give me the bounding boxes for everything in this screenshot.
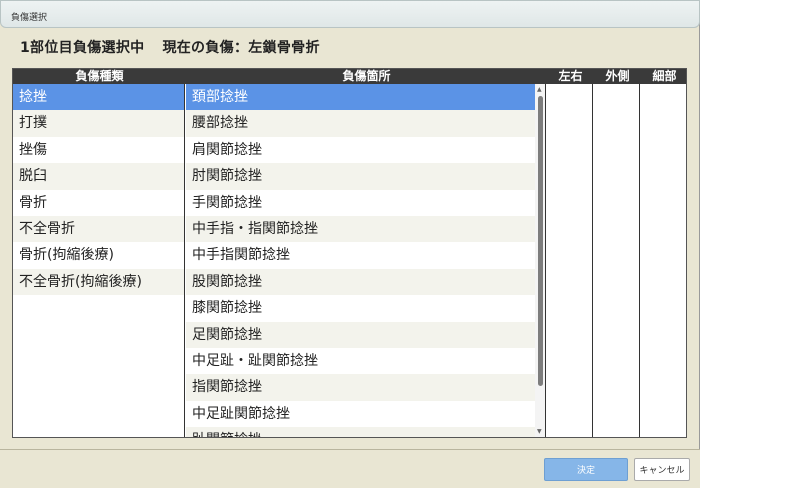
- outer-column[interactable]: [594, 84, 640, 437]
- injury-site-item[interactable]: 頚部捻挫: [186, 84, 535, 111]
- injury-site-item[interactable]: 中手指・指関節捻挫: [186, 215, 535, 243]
- heading-current-injury: 現在の負傷：左鎖骨骨折: [162, 40, 320, 56]
- injury-type-item[interactable]: 捻挫: [13, 84, 184, 111]
- site-list-scrollbar[interactable]: ▲ ▼: [535, 84, 546, 437]
- injury-type-item[interactable]: 打撲: [13, 110, 184, 137]
- window-title: 負傷選択: [11, 13, 48, 23]
- button-bar: 決定 キャンセル: [0, 449, 700, 488]
- header-outer: 外側: [594, 69, 641, 84]
- ok-button[interactable]: 決定: [544, 458, 628, 481]
- injury-site-item[interactable]: 指関節捻挫: [186, 374, 535, 401]
- left-right-column[interactable]: [547, 84, 593, 437]
- injury-type-item[interactable]: 脱臼: [13, 163, 184, 190]
- detail-column[interactable]: [641, 84, 686, 437]
- header-injury-type: 負傷種類: [13, 69, 186, 84]
- injury-site-item[interactable]: 腰部捻挫: [186, 110, 535, 137]
- scroll-up-arrow-icon[interactable]: ▲: [537, 86, 542, 93]
- injury-site-item[interactable]: 手関節捻挫: [186, 190, 535, 216]
- injury-type-list: 捻挫 打撲 挫傷 脱臼 骨折 不全骨折 骨折(拘縮後療) 不全骨折(拘縮後療): [13, 84, 185, 437]
- injury-site-list: 頚部捻挫 腰部捻挫 肩関節捻挫 肘関節捻挫 手関節捻挫 中手指・指関節捻挫 中手指関節捻挫股…: [186, 84, 535, 437]
- injury-site-item[interactable]: 中足趾・趾関節捻挫: [186, 348, 535, 374]
- injury-site-item[interactable]: 膝関節捻挫: [186, 295, 535, 321]
- injury-type-item[interactable]: 骨折: [13, 190, 184, 216]
- injury-type-item[interactable]: 挫傷: [13, 137, 184, 163]
- injury-table: 負傷種類 負傷箇所 左右 外側 細部 捻挫 打撲 挫傷 脱臼 骨折 不全骨折 骨折(拘縮後療…: [12, 68, 687, 438]
- injury-site-item[interactable]: 肘関節捻挫: [186, 163, 535, 190]
- injury-site-item[interactable]: 足関節捻挫: [186, 321, 535, 348]
- injury-type-item[interactable]: 不全骨折(拘縮後療): [13, 268, 184, 296]
- injury-site-item[interactable]: 中足趾関節捻挫: [186, 401, 535, 427]
- scroll-down-arrow-icon[interactable]: ▼: [537, 428, 542, 435]
- injury-site-item[interactable]: 中手指関節捻挫: [186, 242, 535, 268]
- injury-type-item[interactable]: 骨折(拘縮後療): [13, 242, 184, 268]
- heading-prefix: 1部位目負傷選択中: [20, 40, 145, 56]
- injury-site-item[interactable]: 股関節捻挫: [186, 268, 535, 296]
- header-injury-site: 負傷箇所: [186, 69, 547, 84]
- injury-site-item[interactable]: 趾関節捻挫: [186, 427, 535, 437]
- title-bar: 負傷選択: [0, 0, 700, 28]
- injury-type-item[interactable]: 不全骨折: [13, 215, 184, 243]
- scrollbar-thumb[interactable]: [538, 96, 543, 386]
- cancel-button[interactable]: キャンセル: [634, 458, 690, 481]
- injury-select-dialog: 負傷選択 1部位目負傷選択中 現在の負傷：左鎖骨骨折 負傷種類 負傷箇所 左右 外…: [0, 0, 700, 488]
- header-detail: 細部: [641, 69, 686, 84]
- page-title: 1部位目負傷選択中 現在の負傷：左鎖骨骨折: [20, 37, 320, 57]
- header-left-right: 左右: [547, 69, 594, 84]
- injury-site-item[interactable]: 肩関節捻挫: [186, 137, 535, 163]
